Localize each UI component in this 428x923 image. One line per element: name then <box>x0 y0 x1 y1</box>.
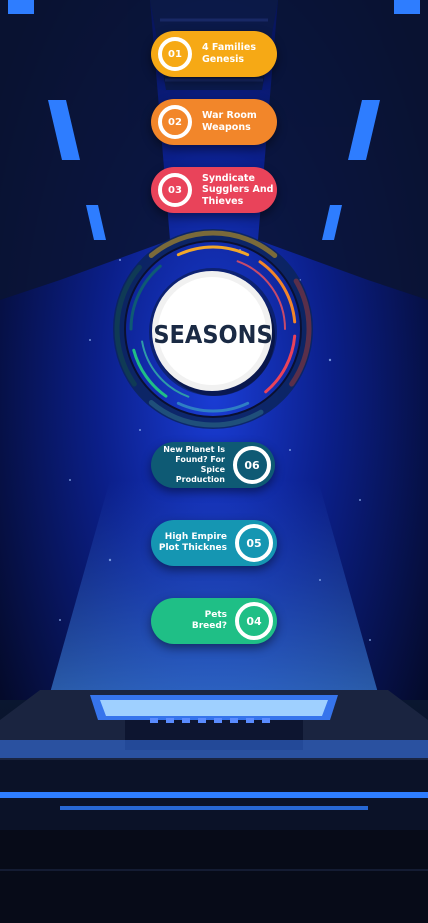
item-01-badge: 01 <box>158 37 192 71</box>
item-06-pill[interactable]: New Planet Is Found? For Spice Productio… <box>151 442 275 488</box>
item-04-label: Pets Breed? <box>191 610 227 631</box>
item-04-pill[interactable]: Pets Breed? 04 <box>151 598 277 644</box>
item-05-pill[interactable]: High Empire Plot Thicknes 05 <box>151 520 277 566</box>
item-01-label: 4 Families Genesis <box>202 42 257 65</box>
item-02-badge: 02 <box>158 105 192 139</box>
item-01-pill[interactable]: 01 4 Families Genesis <box>151 31 277 77</box>
item-06-label: New Planet Is Found? For Spice Productio… <box>163 445 225 484</box>
item-03-label: Syndicate Sugglers And Thieves <box>202 172 274 207</box>
item-02-label: War Room Weapons <box>202 110 257 133</box>
item-05-label: High Empire Plot Thicknes <box>158 532 227 553</box>
item-03-badge: 03 <box>158 173 192 207</box>
item-02-pill[interactable]: 02 War Room Weapons <box>151 99 277 145</box>
item-04-badge: 04 <box>235 602 273 640</box>
item-03-pill[interactable]: 03 Syndicate Sugglers And Thieves <box>151 167 277 213</box>
platform <box>0 690 428 923</box>
item-05-badge: 05 <box>235 524 273 562</box>
item-06-badge: 06 <box>233 446 271 484</box>
seasons-title: SEASONS <box>153 319 273 349</box>
